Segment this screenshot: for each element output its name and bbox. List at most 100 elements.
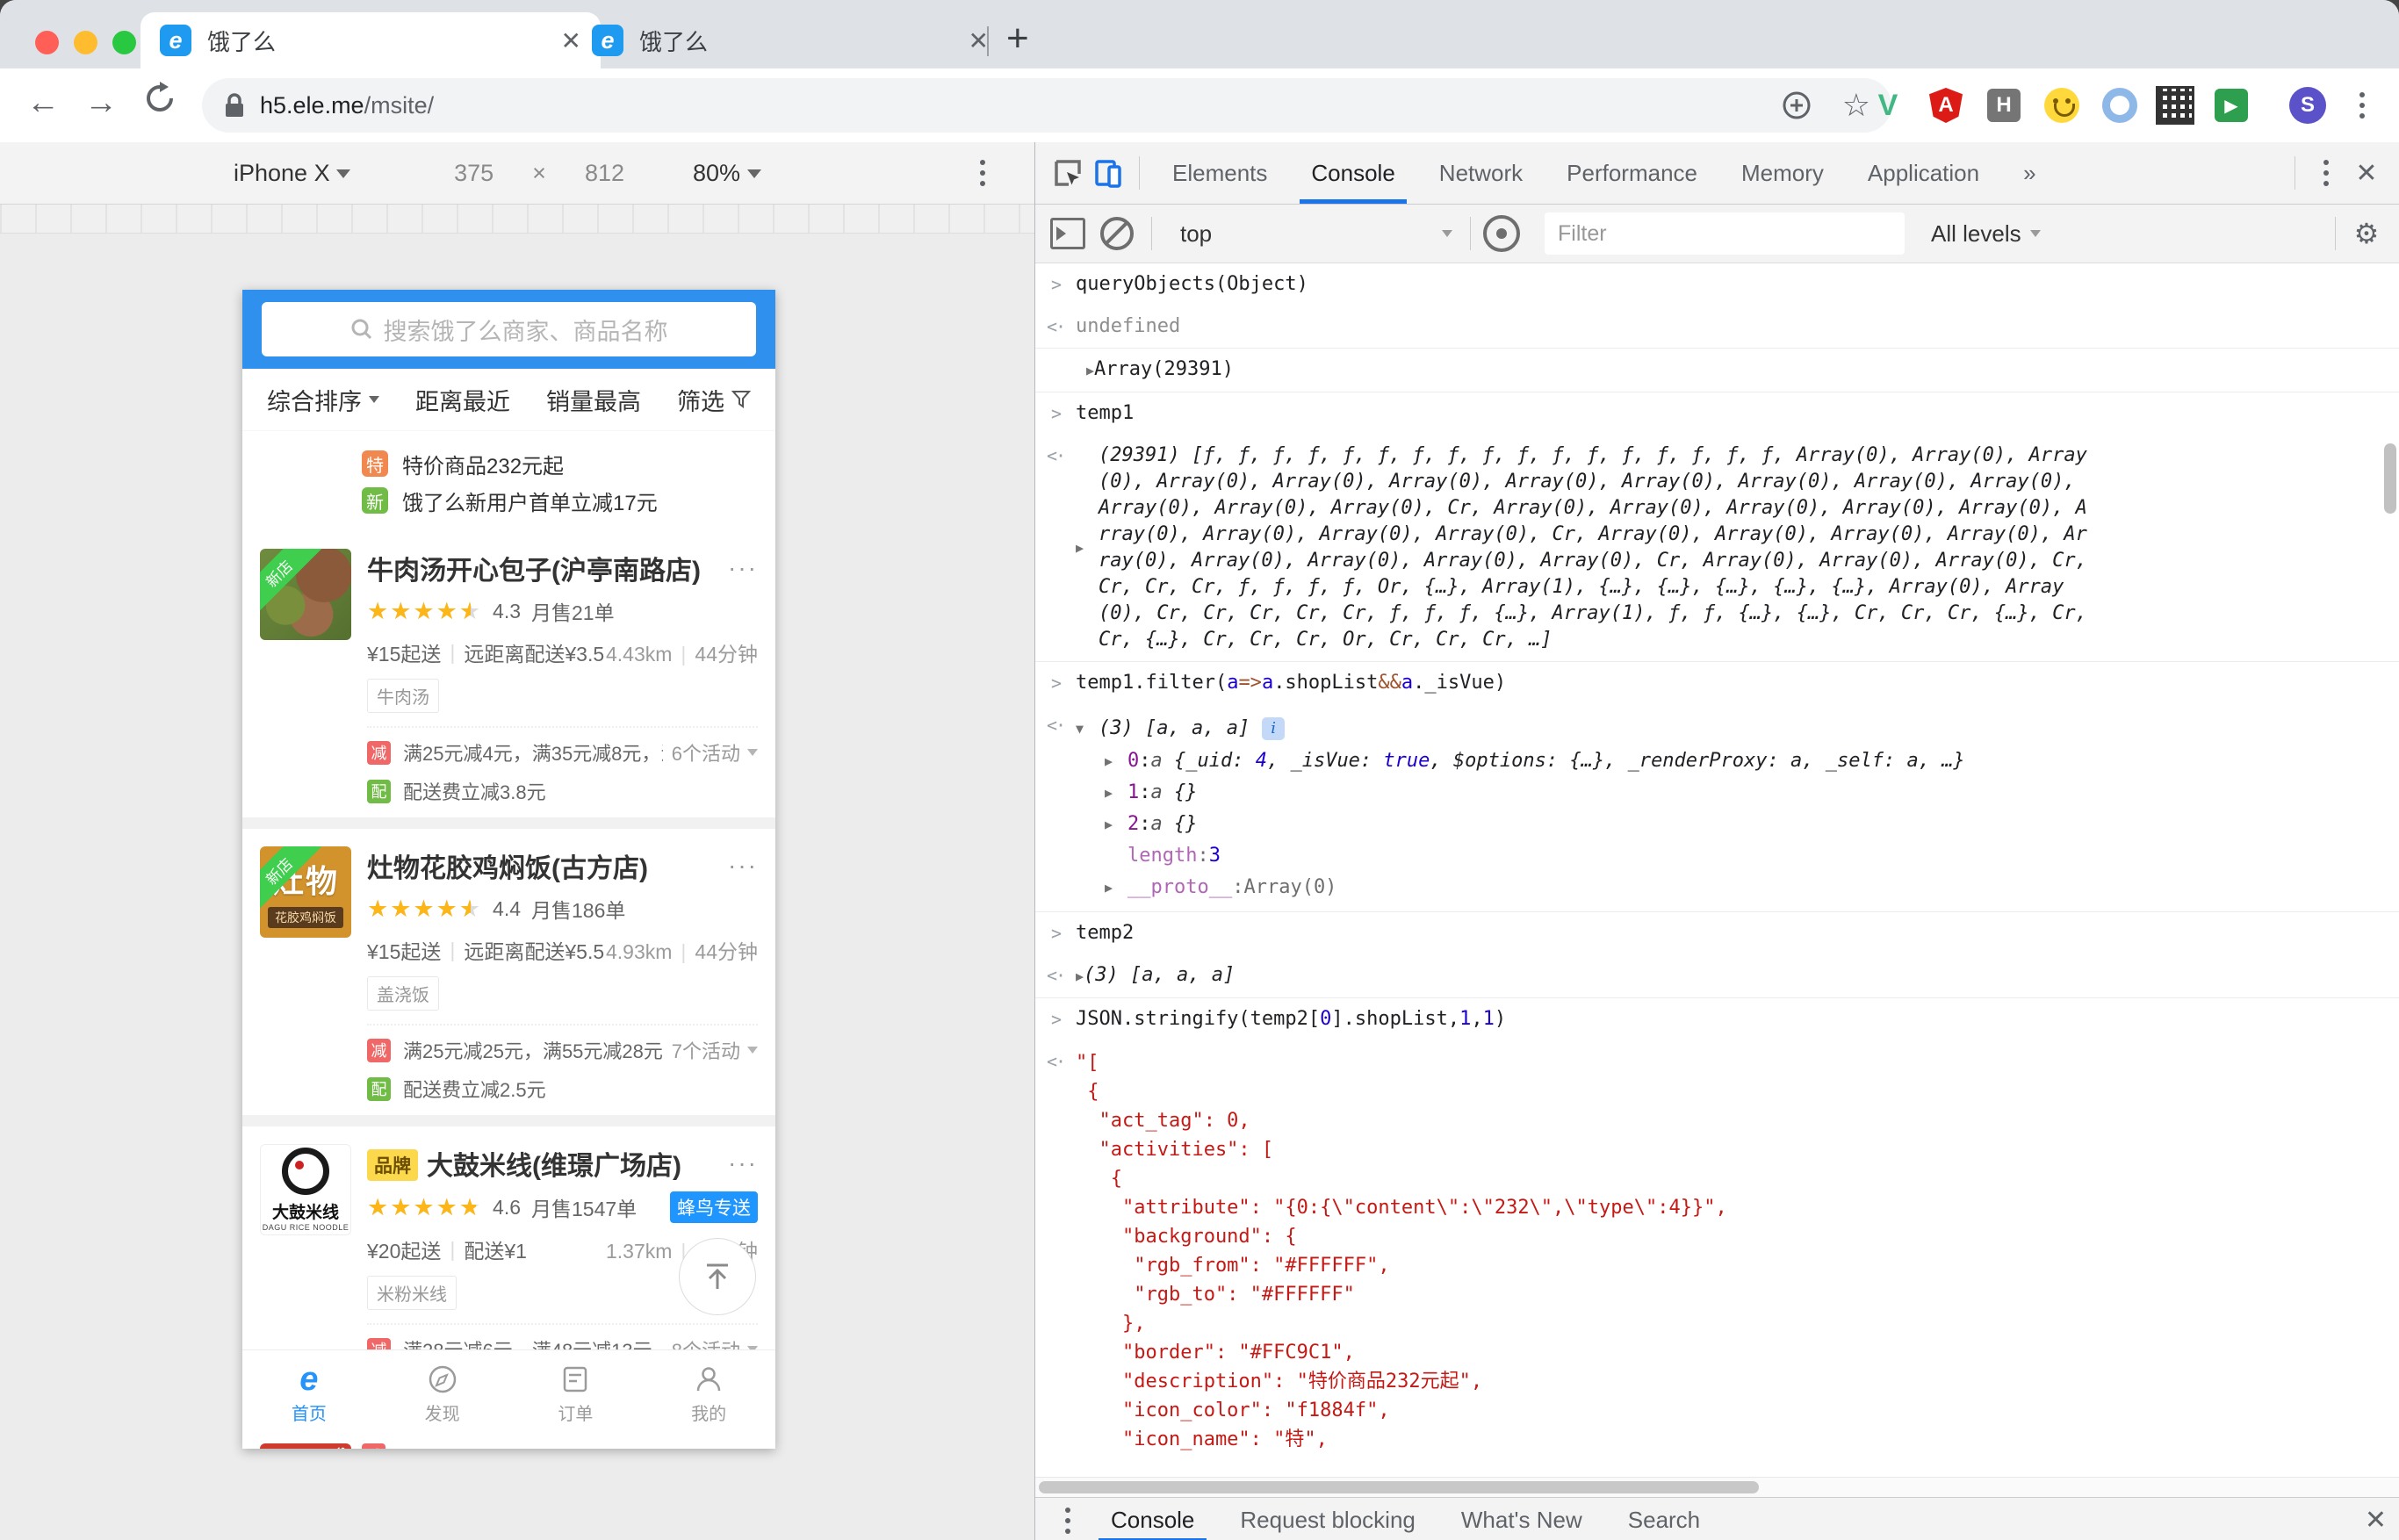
back-button[interactable]: ←	[26, 84, 60, 122]
devtools-tab-elements[interactable]: Elements	[1150, 142, 1289, 204]
zoom-select[interactable]: 80%	[693, 160, 761, 187]
vue-extension-icon[interactable]: V	[1869, 86, 1907, 125]
filter-item-2[interactable]: 销量最高	[546, 383, 641, 417]
close-window-button[interactable]	[35, 31, 59, 54]
drawer-tab-what-s-new[interactable]: What's New	[1438, 1498, 1605, 1540]
inspect-element-icon[interactable]	[1048, 153, 1088, 193]
flag-extension-icon[interactable]: ▶	[2212, 86, 2251, 125]
filter-item-0[interactable]: 综合排序	[267, 383, 379, 417]
json-string-result[interactable]: "[ { "act_tag": 0, "activities": [ { "at…	[1076, 1048, 1727, 1454]
more-options-icon[interactable]: ···	[728, 554, 758, 582]
console-sidebar-icon[interactable]	[1048, 213, 1088, 254]
disclosure-triangle-icon[interactable]: ▶	[1076, 535, 1099, 561]
javascript-context-select[interactable]: top	[1180, 220, 1452, 248]
disclosure-triangle-icon[interactable]: ▶	[1105, 809, 1127, 840]
tab-close-icon[interactable]: ✕	[969, 26, 989, 55]
disclosure-triangle-icon[interactable]: ▶	[1105, 777, 1127, 809]
new-tab-button[interactable]: +	[1006, 19, 1029, 58]
console-logged-value[interactable]: ▶Array(29391)	[1076, 356, 2381, 384]
array-preview[interactable]: ▶(29391) [ƒ, ƒ, ƒ, ƒ, ƒ, ƒ, ƒ, ƒ, ƒ, ƒ, …	[1076, 443, 2381, 653]
restaurant-name: 牛肉汤开心包子(沪亭南路店)	[367, 549, 719, 587]
devtools-tab-application[interactable]: Application	[1846, 142, 2001, 204]
devtools-kebab-icon[interactable]	[2306, 153, 2346, 193]
mobile-viewport: 搜索饿了么商家、商品名称 综合排序距离最近销量最高筛选 特特价商品232元起新饿…	[242, 290, 775, 1449]
disclosure-triangle-icon[interactable]: ▶	[1105, 745, 1127, 777]
forward-button[interactable]: →	[84, 84, 118, 122]
drawer-tab-search[interactable]: Search	[1605, 1498, 1723, 1540]
live-expression-eye-icon[interactable]	[1481, 213, 1522, 254]
address-bar[interactable]: h5.ele.me/msite/ ☆	[202, 78, 1891, 133]
devtools-tab-network[interactable]: Network	[1417, 142, 1545, 204]
devtools-tab-memory[interactable]: Memory	[1719, 142, 1846, 204]
console-filter-input[interactable]	[1545, 212, 1905, 255]
drawer-tab-request-blocking[interactable]: Request blocking	[1217, 1498, 1437, 1540]
console-input-text[interactable]: temp1.filter(a=>a.shopList&&a._isVue)	[1076, 670, 2381, 696]
array-property-row[interactable]: ▶1: a {}	[1076, 777, 2381, 809]
vertical-scrollbar-thumb[interactable]	[2384, 443, 2396, 514]
zoom-page-icon[interactable]	[1781, 90, 1812, 121]
bookmark-star-icon[interactable]: ☆	[1842, 87, 1870, 124]
device-width-field[interactable]: 375	[454, 160, 493, 187]
horizontal-scrollbar[interactable]	[1035, 1477, 2399, 1497]
array-property-row[interactable]: ▶__proto__: Array(0)	[1076, 872, 2381, 903]
console-input-text[interactable]: queryObjects(Object)	[1076, 271, 2381, 298]
console-input-text[interactable]: temp2	[1076, 920, 2381, 946]
toggle-device-toolbar-icon[interactable]	[1088, 153, 1128, 193]
clear-console-icon[interactable]	[1097, 213, 1137, 254]
device-height-field[interactable]: 812	[585, 160, 624, 187]
mobile-tab-discover[interactable]: 发现	[376, 1350, 509, 1438]
browser-tab-inactive[interactable]: e 饿了么 ✕	[573, 12, 1008, 68]
avatar-extension-icon[interactable]: S	[2288, 86, 2327, 125]
disclosure-triangle-icon[interactable]: ▼	[1076, 716, 1099, 742]
disclosure-triangle-icon[interactable]: ▶	[1076, 968, 1084, 984]
back-to-top-button[interactable]	[679, 1238, 756, 1315]
array-property-row[interactable]: ▶0: a {_uid: 4, _isVue: true, $options: …	[1076, 745, 2381, 777]
drawer-tab-console[interactable]: Console	[1088, 1498, 1217, 1540]
minimize-window-button[interactable]	[74, 31, 97, 54]
filter-item-1[interactable]: 距离最近	[415, 383, 510, 417]
console-result-text[interactable]: undefined	[1076, 313, 2381, 340]
filter-item-3[interactable]: 筛选	[677, 383, 751, 417]
smiley-extension-icon[interactable]	[2042, 86, 2081, 125]
hsquare-extension-icon[interactable]: H	[1985, 86, 2023, 125]
array-property-row[interactable]: ▶2: a {}	[1076, 809, 2381, 840]
disclosure-triangle-icon[interactable]: ▶	[1086, 363, 1094, 378]
deal-count[interactable]: 6个活动	[663, 738, 758, 766]
array-property-row[interactable]: length: 3	[1076, 840, 2381, 872]
restaurant-card[interactable]: 新店牛肉汤开心包子(沪亭南路店)···★★★★★★★★★★4.3月售21单¥15…	[242, 531, 775, 817]
device-select[interactable]: iPhone X	[234, 160, 350, 187]
devtools-tab-performance[interactable]: Performance	[1545, 142, 1719, 204]
search-input[interactable]: 搜索饿了么商家、商品名称	[262, 302, 756, 356]
qr-extension-icon[interactable]	[2156, 86, 2194, 125]
mobile-tab-home[interactable]: e首页	[242, 1350, 376, 1438]
disclosure-triangle-icon[interactable]: ▶	[1105, 872, 1127, 903]
more-options-icon[interactable]: ···	[728, 852, 758, 880]
mobile-tab-mine[interactable]: 我的	[642, 1350, 775, 1438]
more-tabs-button[interactable]: »	[2001, 142, 2057, 204]
property-value: 3	[1209, 840, 1221, 872]
more-options-icon[interactable]: ···	[728, 1149, 758, 1177]
angular-extension-icon[interactable]: A	[1927, 86, 1965, 125]
maximize-window-button[interactable]	[112, 31, 136, 54]
mine-icon	[694, 1364, 724, 1394]
ring-extension-icon[interactable]	[2100, 86, 2139, 125]
filter-bar: 综合排序 距离最近 销量最高 筛选	[242, 369, 775, 430]
console-result-icon: <·	[1035, 313, 1076, 340]
browser-menu-kebab-icon[interactable]	[2343, 86, 2381, 125]
console-result-text[interactable]: ▶(3) [a, a, a]	[1076, 962, 2381, 989]
devtools-close-icon[interactable]: ✕	[2346, 153, 2387, 193]
browser-tab-active[interactable]: e 饿了么 ✕	[140, 12, 601, 68]
mobile-tab-orders[interactable]: 订单	[509, 1350, 643, 1438]
reload-button[interactable]	[142, 81, 177, 116]
drawer-kebab-icon[interactable]	[1048, 1500, 1088, 1540]
expanded-array-header[interactable]: ▼(3) [a, a, a]i	[1076, 712, 2381, 745]
devtools-tab-console[interactable]: Console	[1289, 142, 1416, 204]
console-settings-gear-icon[interactable]: ⚙	[2346, 213, 2387, 254]
deal-count[interactable]: 7个活动	[663, 1036, 758, 1064]
device-toolbar-kebab-icon[interactable]	[980, 160, 985, 186]
console-input-text[interactable]: temp1	[1076, 400, 2381, 427]
log-levels-select[interactable]: All levels	[1931, 220, 2041, 248]
drawer-close-icon[interactable]: ✕	[2365, 1505, 2387, 1536]
restaurant-card[interactable]: 灶物花胶鸡焖饭新店灶物花胶鸡焖饭(古方店)···★★★★★★★★★★4.4月售1…	[242, 829, 775, 1115]
console-input-text[interactable]: JSON.stringify(temp2[0].shopList,1,1)	[1076, 1006, 2381, 1033]
